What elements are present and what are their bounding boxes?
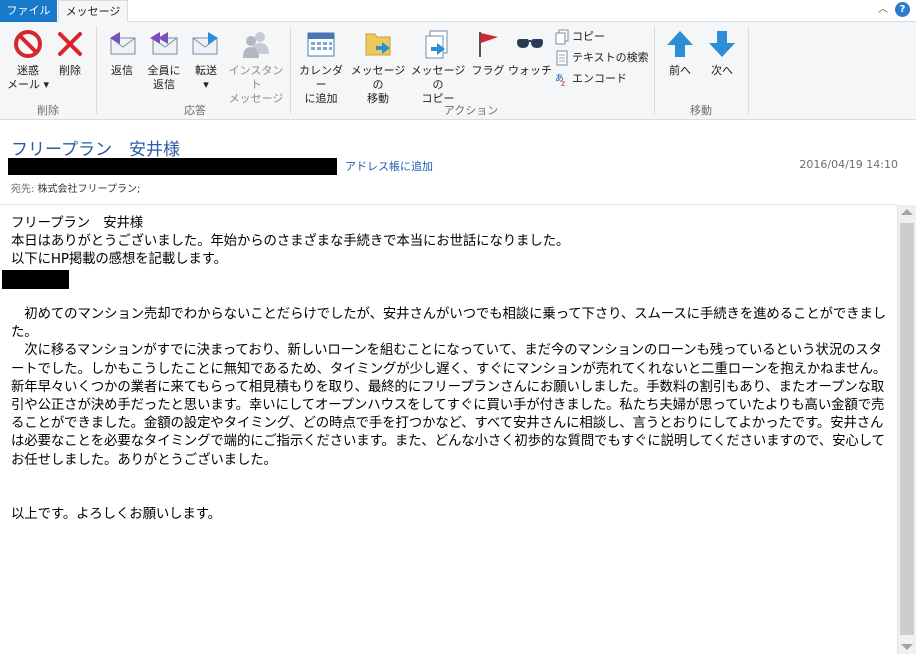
group-separator [748,26,749,114]
reply-all-icon [150,32,178,55]
delete-label: 削除 [59,64,81,77]
copy-button[interactable]: コピー [554,28,605,46]
copy-label: コピー [572,30,605,43]
message-body-pane[interactable]: フリープラン 安井様 本日はありがとうございました。年始からのさまざまな手続きで… [0,205,897,654]
reply-button[interactable]: 返信 [102,26,142,102]
reply-all-label-2: 返信 [153,78,175,91]
help-icon[interactable]: ? [895,2,910,17]
scroll-thumb[interactable] [900,223,914,635]
block-icon [14,30,42,58]
reply-icon [110,32,136,55]
next-label: 次へ [711,64,733,77]
junk-mail-label: 迷惑 [17,64,39,77]
previous-label: 前へ [669,64,691,77]
copy-icon [555,29,569,45]
add-to-calendar-label: カレンダー [299,64,343,91]
arrow-up-icon [667,31,693,57]
add-to-calendar-button[interactable]: カレンダー に追加 [294,26,348,105]
forward-label: 転送 [195,64,217,77]
group-separator [96,26,97,114]
vertical-scrollbar[interactable] [897,205,916,654]
flag-label: フラグ [471,64,505,77]
redacted-block [2,270,69,289]
message-date: 2016/04/19 14:10 [799,158,898,171]
ribbon-tab-bar: ファイル メッセージ ︿ ? [0,0,916,23]
delete-x-icon [58,32,82,56]
to-label: 宛先: [11,184,38,195]
people-icon [243,32,269,58]
forward-icon [192,32,218,55]
svg-text:z: z [561,79,565,87]
flag-icon [479,32,498,57]
scroll-down-arrow[interactable] [901,644,913,650]
instant-message-button[interactable]: インスタント メッセージ [226,26,286,105]
group-label-action: アクション [443,104,499,117]
arrow-down-icon [709,31,735,57]
glasses-icon [517,39,543,48]
move-message-label: メッセージの [350,64,406,91]
reply-label: 返信 [111,64,133,77]
add-to-contacts-link[interactable]: アドレス帳に追加 [345,158,433,174]
find-text-label: テキストの検索 [572,51,649,64]
copy-message-button[interactable]: メッセージの コピー [408,26,468,105]
encode-button[interactable]: あ z エンコード [554,70,627,88]
redacted-sender [8,158,337,175]
message-body-text: フリープラン 安井様 本日はありがとうございました。年始からのさまざまな手続きで… [11,216,887,523]
reply-all-label: 全員に [147,64,181,77]
message-subject: フリープラン 安井様 [11,140,180,160]
copy-document-icon [425,30,448,59]
copy-message-label: メッセージの [410,64,466,91]
tab-file[interactable]: ファイル [0,0,57,22]
scroll-up-arrow[interactable] [901,209,913,215]
recipient-line: 宛先: 株式会社フリープラン; [11,180,140,195]
watch-label: ウォッチ [508,64,552,77]
watch-button[interactable]: ウォッチ [508,26,552,102]
folder-move-icon [365,33,391,56]
group-label-move: 移動 [690,104,712,117]
junk-mail-button[interactable]: 迷惑 メール ▾ [6,26,50,102]
junk-mail-label-2: メール ▾ [6,78,50,91]
forward-dropdown-arrow[interactable]: ▾ [186,78,226,92]
encode-icon: あ z [555,73,565,87]
tab-message[interactable]: メッセージ [58,0,128,23]
group-separator [654,26,655,114]
encode-label: エンコード [572,72,627,85]
group-separator [290,26,291,114]
ribbon: 迷惑 メール ▾ 削除 削除 返信 全員に 返信 転送 ▾ インスタント メッセ… [0,22,916,120]
chevron-up-icon[interactable]: ︿ [876,3,890,17]
find-text-button[interactable]: テキストの検索 [554,49,649,67]
forward-button[interactable]: 転送 ▾ [186,26,226,102]
group-label-respond: 応答 [184,104,206,117]
flag-button[interactable]: フラグ [470,26,506,102]
document-search-icon [556,50,568,66]
calendar-icon [307,32,335,57]
reply-all-button[interactable]: 全員に 返信 [144,26,184,102]
to-value[interactable]: 株式会社フリープラン; [38,184,141,195]
previous-button[interactable]: 前へ [660,26,700,102]
delete-button[interactable]: 削除 [52,26,88,102]
next-button[interactable]: 次へ [702,26,742,102]
move-message-button[interactable]: メッセージの 移動 [348,26,408,105]
group-label-delete: 削除 [37,104,59,117]
instant-message-label: インスタント [228,64,284,91]
